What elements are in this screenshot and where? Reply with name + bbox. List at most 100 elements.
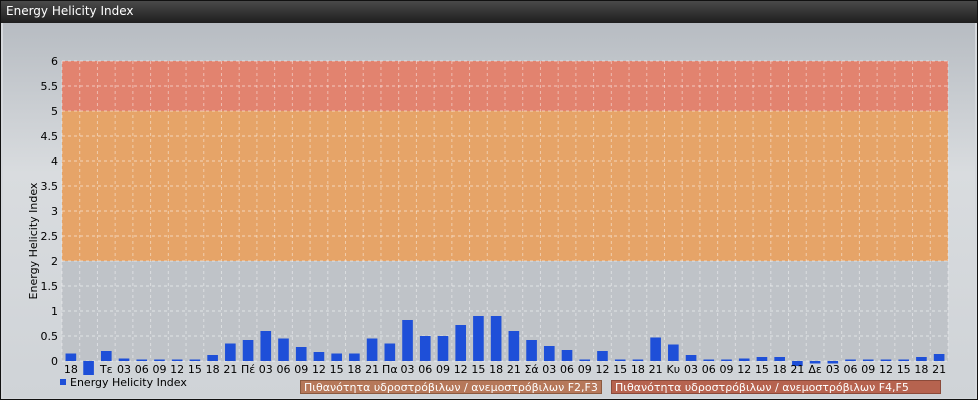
bar [349, 353, 360, 361]
x-tick-label: 21 [790, 363, 804, 376]
x-tick-label: 03 [401, 363, 415, 376]
legend-swatch [60, 379, 66, 385]
bar [650, 337, 661, 361]
bar [260, 331, 272, 361]
y-tick-label: 2 [51, 255, 58, 268]
x-tick-label: 06 [418, 363, 432, 376]
bar [668, 344, 679, 361]
window-title: Energy Helicity Index [6, 4, 134, 18]
x-tick-label: 18 [631, 363, 645, 376]
chart-panel: 0 0.5 1 1.5 2 2.5 3 3.5 4 4.5 5 5.5 6 Energy Helicity… [3, 23, 975, 398]
x-tick-label: 15 [897, 363, 911, 376]
bar [756, 357, 768, 361]
x-tick-label: 12 [454, 363, 468, 376]
x-tick-label: 03 [826, 363, 840, 376]
bar [225, 343, 236, 361]
x-tick-label: 21 [649, 363, 663, 376]
bar [561, 350, 573, 361]
x-tick-label: 15 [755, 363, 769, 376]
bar [295, 347, 307, 361]
bar [543, 346, 555, 361]
bar [685, 355, 697, 361]
bar [632, 359, 644, 361]
bar [402, 320, 413, 361]
x-tick-label: 09 [720, 363, 734, 376]
x-tick-label: 18 [914, 363, 928, 376]
bar [455, 325, 467, 361]
bar [65, 353, 77, 361]
x-tick-label: 06 [702, 363, 716, 376]
bar [437, 336, 449, 361]
bar [721, 359, 732, 361]
bar [490, 316, 502, 361]
y-tick-label: 4 [51, 155, 58, 168]
y-axis-label: Energy Helicity Index [27, 182, 40, 299]
ehi-bar-chart: 0 0.5 1 1.5 2 2.5 3 3.5 4 4.5 5 5.5 6 Energy Helicity… [27, 55, 949, 389]
x-tick-label: 09 [436, 363, 450, 376]
x-tick-label: 03 [117, 363, 131, 376]
bar [100, 351, 112, 361]
title-bar: Energy Helicity Index [1, 1, 977, 23]
bar [171, 359, 183, 361]
x-tick-label: 12 [737, 363, 751, 376]
chart-window: Energy Helicity Index 0 0.5 1 1.5 2 2.5 3 3.5 4 4… [0, 0, 978, 400]
y-tick-label: 2.5 [41, 230, 59, 243]
bar [473, 316, 484, 361]
y-tick-label: 0 [51, 355, 58, 368]
y-tick-label: 5 [51, 105, 58, 118]
x-tick-label: 06 [844, 363, 858, 376]
y-tick-label: 1.5 [41, 280, 59, 293]
x-tick-label: 18 [489, 363, 503, 376]
x-tick-label: 12 [312, 363, 326, 376]
bar [242, 340, 254, 361]
y-tick-label: 5.5 [41, 80, 59, 93]
y-tick-label: 3 [51, 205, 58, 218]
x-tick-label: 18 [347, 363, 361, 376]
x-tick-label: 03 [259, 363, 273, 376]
x-tick-label: 21 [223, 363, 237, 376]
bar [136, 359, 148, 361]
bar [774, 357, 785, 361]
bar [898, 359, 910, 361]
bar [366, 338, 378, 361]
bar [845, 359, 856, 361]
x-tick-label: 18 [773, 363, 787, 376]
y-tick-label: 4.5 [41, 130, 59, 143]
bar [738, 358, 750, 361]
bar [526, 340, 537, 361]
x-tick-label: 18 [64, 363, 78, 376]
x-tick-label: 09 [152, 363, 166, 376]
bar [154, 359, 165, 361]
x-tick-label: 15 [188, 363, 202, 376]
x-tick-label: 21 [365, 363, 379, 376]
x-tick-label: 03 [542, 363, 556, 376]
y-tick-label: 0.5 [41, 330, 59, 343]
x-tick-label: 12 [170, 363, 184, 376]
x-tick-label: 03 [684, 363, 698, 376]
bar [933, 354, 945, 361]
y-tick-label: 6 [51, 55, 58, 68]
x-tick-label: Σά [524, 363, 538, 376]
x-tick-label: 09 [578, 363, 592, 376]
y-tick-label: 1 [51, 305, 58, 318]
bar [331, 353, 342, 361]
x-tick-label: 06 [560, 363, 574, 376]
x-tick-label: Πα [382, 363, 398, 376]
y-tick-label: 3.5 [41, 180, 59, 193]
bar [614, 359, 626, 361]
x-tick-label: Κυ [667, 363, 681, 376]
x-tick-label: 18 [206, 363, 220, 376]
x-tick-label: Πέ [241, 363, 255, 376]
bar [313, 352, 325, 361]
bar [118, 358, 130, 361]
bar [597, 351, 608, 361]
x-tick-label: 15 [613, 363, 627, 376]
x-tick-label: 09 [861, 363, 875, 376]
bar [189, 359, 201, 361]
x-tick-label: Τε [99, 363, 113, 376]
x-tick-label: 21 [507, 363, 521, 376]
x-tick-label: 15 [330, 363, 344, 376]
bar [862, 359, 874, 361]
bar [83, 361, 94, 375]
legend-label: Energy Helicity Index [70, 376, 187, 389]
